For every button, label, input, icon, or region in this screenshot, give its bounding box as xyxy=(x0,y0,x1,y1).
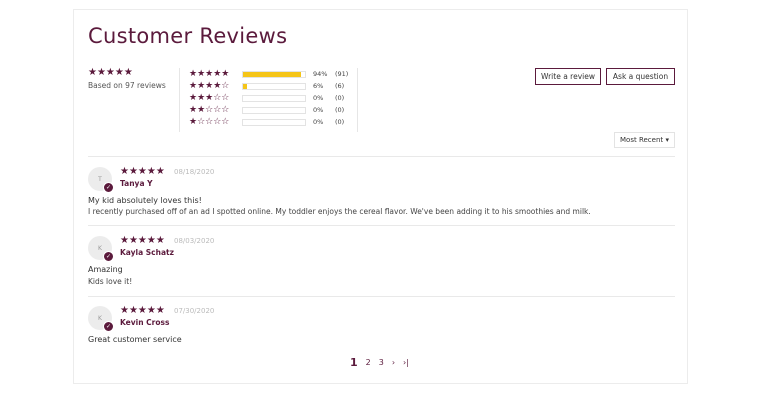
review-item: K ✓ ★★★★★ 08/03/2020 Kayla Schatz Amazin… xyxy=(88,236,675,296)
reviewer-name: Kevin Cross xyxy=(120,318,170,327)
row-stars: ★★★☆☆ xyxy=(189,93,230,103)
page-1-button[interactable]: 1 xyxy=(350,356,358,369)
review-date: 07/30/2020 xyxy=(174,307,215,315)
row-count: (0) xyxy=(335,94,345,102)
row-percent: 6% xyxy=(313,82,324,90)
row-count: (91) xyxy=(335,70,349,78)
histogram-row-5[interactable]: ★★★★★ 94% (91) xyxy=(189,69,359,81)
review-date: 08/18/2020 xyxy=(174,168,215,176)
page-title: Customer Reviews xyxy=(88,24,288,48)
divider xyxy=(357,68,358,132)
histogram-row-4[interactable]: ★★★★☆ 6% (6) xyxy=(189,81,359,93)
rating-bar xyxy=(242,71,306,78)
page-3-button[interactable]: 3 xyxy=(379,358,384,367)
rating-bar xyxy=(242,107,306,114)
review-body: Kids love it! xyxy=(88,277,133,286)
review-stars: ★★★★★ xyxy=(120,235,165,246)
review-title: My kid absolutely loves this! xyxy=(88,196,202,205)
reviewer-name: Kayla Schatz xyxy=(120,248,174,257)
next-page-icon[interactable]: › xyxy=(392,358,395,367)
divider xyxy=(179,68,180,132)
review-item: K ✓ ★★★★★ 07/30/2020 Kevin Cross Great c… xyxy=(88,306,675,350)
row-stars: ★★★★★ xyxy=(189,69,230,79)
divider xyxy=(88,225,675,226)
row-percent: 0% xyxy=(313,118,324,126)
ask-question-button[interactable]: Ask a question xyxy=(606,68,675,85)
row-percent: 94% xyxy=(313,70,328,78)
page-2-button[interactable]: 2 xyxy=(366,358,371,367)
review-item: T ✓ ★★★★★ 08/18/2020 Tanya Y My kid abso… xyxy=(88,167,675,225)
verified-check-icon: ✓ xyxy=(103,251,114,262)
histogram-row-2[interactable]: ★★☆☆☆ 0% (0) xyxy=(189,105,359,117)
row-stars: ★★★★☆ xyxy=(189,81,230,91)
rating-bar-fill xyxy=(243,72,302,77)
review-title: Amazing xyxy=(88,265,123,274)
row-stars: ★★☆☆☆ xyxy=(189,105,230,115)
divider xyxy=(88,156,675,157)
sort-selected: Most Recent xyxy=(620,136,664,144)
last-page-icon[interactable]: ›| xyxy=(403,358,409,367)
overall-rating: ★★★★★ Based on 97 reviews xyxy=(88,67,166,91)
review-date: 08/03/2020 xyxy=(174,237,215,245)
rating-bar xyxy=(242,119,306,126)
write-review-button[interactable]: Write a review xyxy=(535,68,601,85)
review-title: Great customer service xyxy=(88,335,182,344)
row-stars: ★☆☆☆☆ xyxy=(189,117,230,127)
histogram-row-3[interactable]: ★★★☆☆ 0% (0) xyxy=(189,93,359,105)
divider xyxy=(88,296,675,297)
histogram-row-1[interactable]: ★☆☆☆☆ 0% (0) xyxy=(189,117,359,129)
overall-stars: ★★★★★ xyxy=(88,67,133,78)
review-stars: ★★★★★ xyxy=(120,166,165,177)
rating-histogram: ★★★★★ 94% (91) ★★★★☆ 6% (6) ★★★☆☆ 0% (0)… xyxy=(189,69,359,129)
row-count: (0) xyxy=(335,118,345,126)
reviewer-name: Tanya Y xyxy=(120,179,153,188)
rating-bar xyxy=(242,95,306,102)
row-percent: 0% xyxy=(313,106,324,114)
chevron-down-icon: ▾ xyxy=(665,136,669,144)
reviews-widget: Customer Reviews ★★★★★ Based on 97 revie… xyxy=(73,9,688,384)
row-count: (6) xyxy=(335,82,345,90)
rating-bar-fill xyxy=(243,84,247,89)
pagination: 1 2 3 › ›| xyxy=(350,356,409,369)
row-percent: 0% xyxy=(313,94,324,102)
review-stars: ★★★★★ xyxy=(120,305,165,316)
review-count-label: Based on 97 reviews xyxy=(88,81,166,90)
verified-check-icon: ✓ xyxy=(103,182,114,193)
sort-dropdown[interactable]: Most Recent ▾ xyxy=(614,132,675,148)
row-count: (0) xyxy=(335,106,345,114)
review-body: I recently purchased off of an ad I spot… xyxy=(88,207,591,216)
verified-check-icon: ✓ xyxy=(103,321,114,332)
rating-bar xyxy=(242,83,306,90)
